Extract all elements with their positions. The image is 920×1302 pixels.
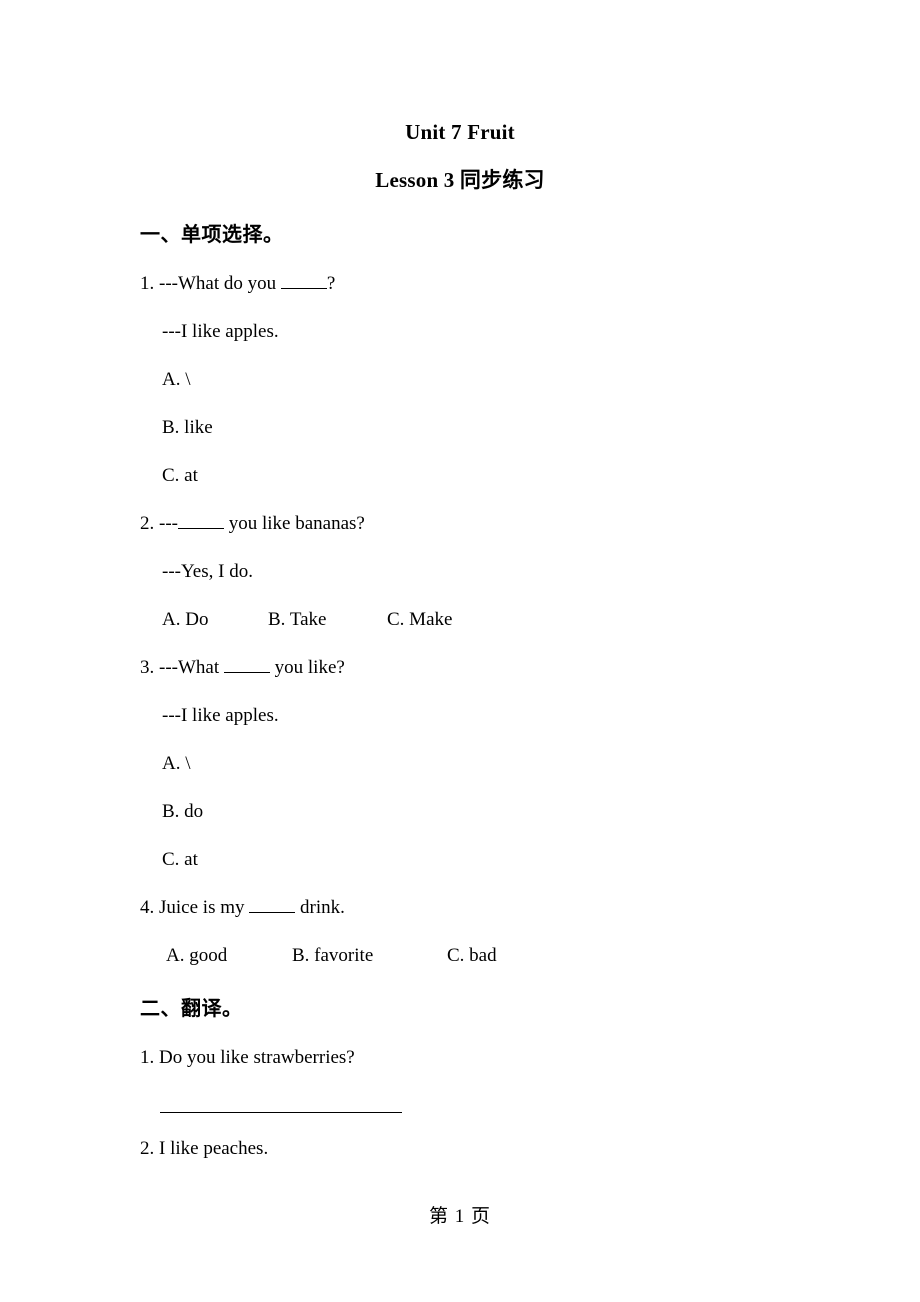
answer-blank-4 (249, 898, 296, 913)
question-stem-1: 1. ---What do you ? (140, 272, 780, 296)
question-stem-1-before: 1. ---What do you (140, 273, 281, 294)
title-block: Unit 7 Fruit Lesson 3 同步练习 (140, 0, 780, 194)
option-1-a[interactable]: A. \ (162, 368, 780, 392)
question-stem-2-after: you like bananas? (223, 513, 365, 534)
question-reply-2: ---Yes, I do. (162, 561, 253, 582)
answer-blank-2 (177, 514, 224, 529)
option-2-b[interactable]: B. Take (268, 608, 387, 632)
translate-item-2: 2. I like peaches. (140, 1138, 269, 1159)
question-stem-3-after: you like? (269, 657, 345, 678)
option-4-a[interactable]: A. good (166, 944, 292, 968)
question-stem-2: 2. --- you like bananas? (140, 512, 780, 536)
page-subtitle: Lesson 3 同步练习 (375, 168, 545, 192)
translate-answer-line-1[interactable] (160, 1096, 402, 1113)
option-3-b[interactable]: B. do (162, 800, 780, 824)
question-stem-3-before: 3. ---What (140, 657, 224, 678)
section-heading-2: 二、翻译。 (140, 998, 243, 1020)
question-stem-3: 3. ---What you like? (140, 656, 780, 680)
page-footer: 第 1 页 (428, 1206, 491, 1227)
question-stem-4-after: drink. (295, 897, 345, 918)
option-row-2: A. Do B. Take C. Make (162, 608, 780, 632)
question-stem-2-before: 2. --- (140, 513, 178, 534)
option-4-c[interactable]: C. bad (447, 944, 497, 968)
question-stem-4-before: 4. Juice is my (140, 897, 250, 918)
worksheet-page: Unit 7 Fruit Lesson 3 同步练习 一、单项选择。 1. --… (0, 0, 920, 1302)
answer-blank-1 (280, 274, 327, 289)
page-title: Unit 7 Fruit (405, 120, 515, 144)
question-reply-3: ---I like apples. (162, 705, 279, 726)
option-1-b[interactable]: B. like (162, 416, 780, 440)
answer-blank-3 (223, 658, 270, 673)
option-2-c[interactable]: C. Make (387, 608, 452, 632)
option-1-c[interactable]: C. at (162, 464, 780, 488)
document-body: Unit 7 Fruit Lesson 3 同步练习 一、单项选择。 1. --… (140, 0, 780, 1161)
translate-item-1: 1. Do you like strawberries? (140, 1047, 355, 1068)
question-stem-4: 4. Juice is my drink. (140, 896, 780, 920)
option-3-a[interactable]: A. \ (162, 752, 780, 776)
option-row-4: A. good B. favorite C. bad (166, 944, 780, 968)
question-stem-1-after: ? (326, 273, 336, 294)
option-4-b[interactable]: B. favorite (292, 944, 447, 968)
option-2-a[interactable]: A. Do (162, 608, 268, 632)
option-3-c[interactable]: C. at (162, 848, 780, 872)
question-reply-1: ---I like apples. (162, 321, 279, 342)
section-heading-1: 一、单项选择。 (140, 224, 284, 246)
